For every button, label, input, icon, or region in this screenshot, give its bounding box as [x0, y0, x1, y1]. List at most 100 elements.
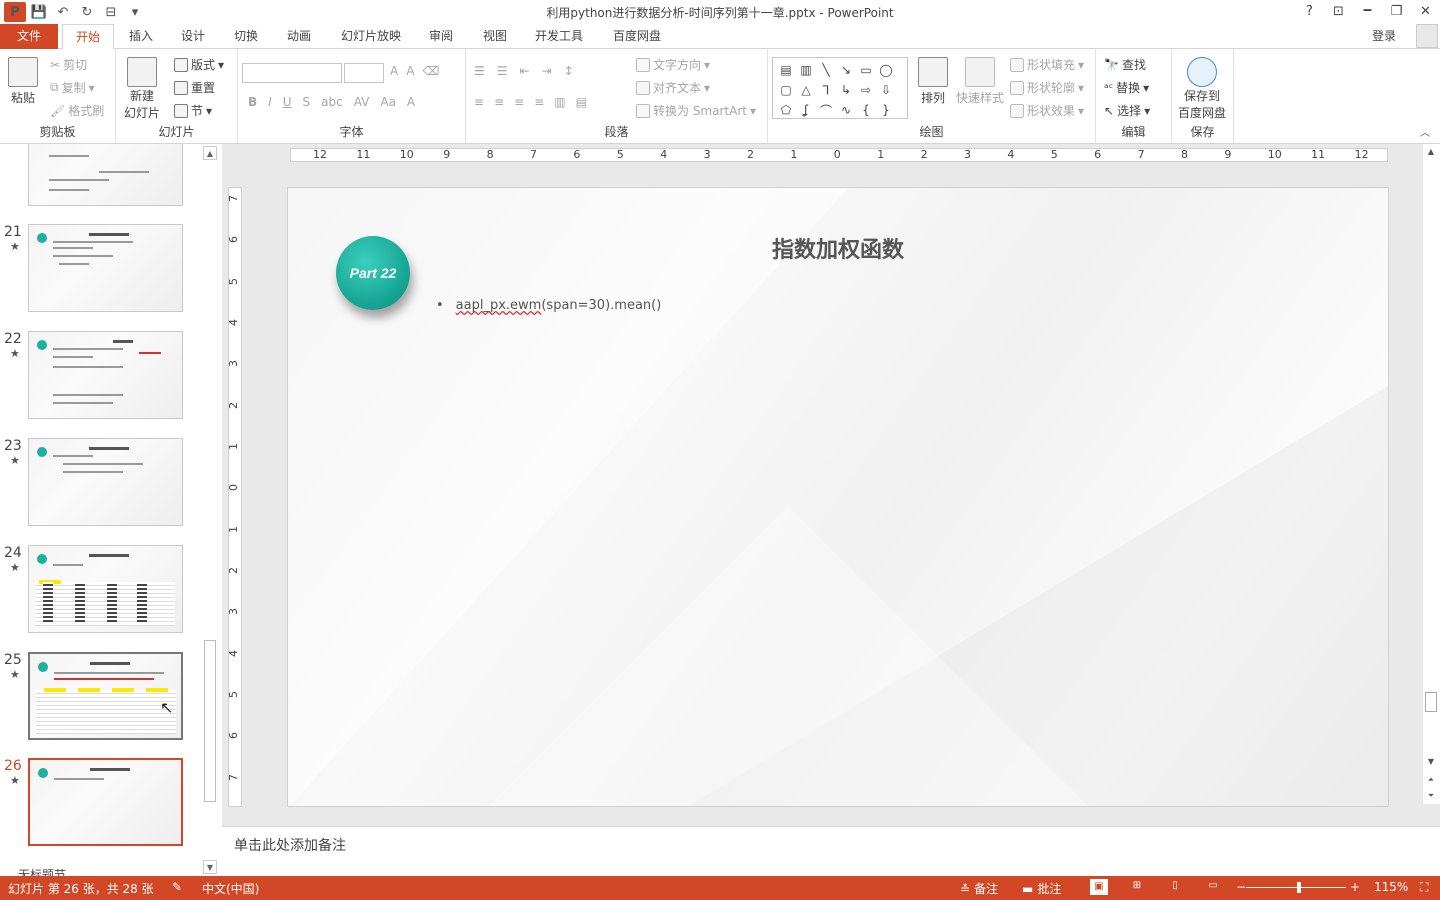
convert-smartart-button[interactable]: 转换为 SmartArt ▾ [636, 102, 756, 119]
reading-view-icon[interactable]: ▯ [1166, 879, 1184, 895]
login-link[interactable]: 登录 [1372, 27, 1396, 44]
bullet-item[interactable]: • aapl_px.ewm(span=30).mean() [436, 298, 661, 313]
zoom-slider-track[interactable] [1246, 887, 1346, 888]
vertical-textbox-icon[interactable]: ▥ [796, 60, 816, 80]
layout-button[interactable]: 版式 ▾ [174, 56, 224, 73]
notes-pane[interactable]: 单击此处添加备注 [222, 826, 1440, 876]
tab-baidu-netdisk[interactable]: 百度网盘 [606, 24, 668, 49]
tab-view[interactable]: 视图 [474, 24, 516, 49]
text-direction-button[interactable]: 文字方向 ▾ [636, 56, 710, 73]
tab-animations[interactable]: 动画 [278, 24, 320, 49]
replace-button[interactable]: ᵃᶜ 替换 ▾ [1104, 79, 1149, 96]
copy-button[interactable]: ⧉ 复制 ▾ [50, 79, 95, 96]
align-text-button[interactable]: 对齐文本 ▾ [636, 79, 710, 96]
shadow-icon[interactable]: S [303, 95, 311, 109]
editor-scrollbar[interactable]: ▲ ▼ ⏶ ⏷ [1423, 144, 1440, 804]
rectangle-icon[interactable]: ▭ [856, 60, 876, 80]
shrink-font-icon[interactable]: A [406, 64, 414, 78]
slide-thumbnail-selected[interactable] [28, 758, 183, 846]
next-slide-icon[interactable]: ⏷ [1425, 790, 1437, 802]
quick-styles-button[interactable]: 快速样式 [956, 57, 1004, 106]
avatar[interactable] [1416, 24, 1438, 48]
tab-design[interactable]: 设计 [172, 24, 214, 49]
spell-check-icon[interactable]: ✎ [172, 880, 182, 894]
increase-indent-icon[interactable]: ⇥ [542, 64, 552, 78]
collapse-ribbon-icon[interactable]: ︿ [1420, 124, 1430, 139]
current-slide[interactable]: Part 22 指数加权函数 • aapl_px.ewm(span=30).me… [287, 187, 1389, 807]
slideshow-view-icon[interactable]: ▭ [1204, 879, 1222, 895]
shapes-gallery[interactable]: ▤ ▥ ╲ ↘ ▭ ◯ ▢ △ ⅂ ↳ ⇨ ⇩ ⬠ ʆ ⌒ ∿{} [772, 57, 908, 119]
align-center-icon[interactable]: ≡ [494, 95, 504, 109]
shape-fill-button[interactable]: 形状填充 ▾ [1010, 56, 1084, 73]
elbow-connector-icon[interactable]: ⅂ [816, 80, 836, 100]
font-color-icon[interactable]: A [407, 95, 415, 109]
curve-icon[interactable]: ʆ [796, 100, 816, 120]
decrease-indent-icon[interactable]: ⇤ [520, 64, 530, 78]
tab-review[interactable]: 审阅 [420, 24, 462, 49]
numbering-icon[interactable]: ☰ [497, 64, 508, 78]
thumbnail-22[interactable]: 22 ★ [0, 331, 204, 421]
shape-outline-button[interactable]: 形状轮廓 ▾ [1010, 79, 1084, 96]
change-case-icon[interactable]: Aa [380, 95, 396, 109]
arc-icon[interactable]: ⌒ [816, 100, 836, 120]
scroll-up-icon[interactable]: ▲ [1425, 146, 1437, 158]
thumbnail-21[interactable]: 21 ★ [0, 224, 204, 314]
fit-to-window-icon[interactable]: ⛶ [1420, 880, 1428, 895]
underline-icon[interactable]: U [283, 95, 292, 109]
slide-thumbnail[interactable] [28, 545, 183, 633]
align-left-icon[interactable]: ≡ [474, 95, 484, 109]
elbow-arrow-icon[interactable]: ↳ [836, 80, 856, 100]
tab-home[interactable]: 开始 [62, 24, 114, 50]
select-button[interactable]: ↖ 选择 ▾ [1104, 102, 1150, 119]
shape-effects-button[interactable]: 形状效果 ▾ [1010, 102, 1084, 119]
left-brace-icon[interactable]: { [856, 100, 876, 120]
oval-icon[interactable]: ◯ [876, 60, 896, 80]
arrow-line-icon[interactable]: ↘ [836, 60, 856, 80]
thumbnail-scrollbar[interactable]: ▲ ▼ [203, 144, 217, 876]
zoom-out-icon[interactable]: − [1236, 880, 1246, 894]
strikethrough-icon[interactable]: abc [321, 95, 343, 109]
wave-icon[interactable]: ∿ [836, 100, 856, 120]
tab-slideshow[interactable]: 幻灯片放映 [334, 24, 408, 49]
slide-thumbnail[interactable] [28, 144, 183, 206]
slide-thumbnail[interactable]: ↖ [28, 652, 183, 740]
freeform-icon[interactable]: ⬠ [776, 100, 796, 120]
align-right-icon[interactable]: ≡ [514, 95, 524, 109]
down-arrow-icon[interactable]: ⇩ [876, 80, 896, 100]
save-to-baidu-button[interactable]: 保存到 百度网盘 [1178, 57, 1226, 121]
textbox-icon[interactable]: ▤ [776, 60, 796, 80]
tab-insert[interactable]: 插入 [120, 24, 162, 49]
zoom-level[interactable]: 115% [1374, 880, 1408, 894]
slide-thumbnail[interactable] [28, 224, 183, 312]
minimize-button[interactable]: 🗕 [1353, 0, 1382, 22]
thumbnail-25[interactable]: 25 ★ ↖ [0, 652, 204, 742]
scroll-down-icon[interactable]: ▼ [1425, 756, 1437, 768]
notes-placeholder[interactable]: 单击此处添加备注 [234, 835, 346, 855]
slide-thumbnail[interactable] [28, 438, 183, 526]
thumbnail-26[interactable]: 26 ★ [0, 758, 204, 850]
slide-thumbnail[interactable] [28, 331, 183, 419]
tab-transitions[interactable]: 切换 [225, 24, 267, 49]
rounded-rect-icon[interactable]: ▢ [776, 80, 796, 100]
char-spacing-icon[interactable]: AV [354, 95, 370, 109]
clear-formatting-icon[interactable]: ⌫ [422, 64, 439, 78]
scroll-down-icon[interactable]: ▼ [203, 860, 217, 874]
close-button[interactable]: ✕ [1411, 0, 1440, 22]
right-arrow-icon[interactable]: ⇨ [856, 80, 876, 100]
language-indicator[interactable]: 中文(中国) [202, 880, 259, 897]
columns-split-icon[interactable]: ▤ [576, 95, 587, 109]
restore-button[interactable]: ❐ [1382, 0, 1411, 22]
italic-icon[interactable]: I [268, 95, 272, 109]
font-name-combo[interactable] [242, 63, 342, 83]
slide-sorter-view-icon[interactable]: ⊞ [1128, 879, 1146, 895]
zoom-in-icon[interactable]: + [1350, 880, 1360, 894]
line-spacing-icon[interactable]: ↕ [564, 64, 574, 78]
comments-toggle-button[interactable]: ▬ 批注 [1022, 880, 1061, 897]
font-size-combo[interactable] [344, 63, 384, 83]
thumbnail-23[interactable]: 23 ★ [0, 438, 204, 528]
reset-button[interactable]: 重置 [174, 79, 215, 96]
bullets-icon[interactable]: ☰ [474, 64, 485, 78]
tab-developer[interactable]: 开发工具 [528, 24, 590, 49]
scrollbar-thumb[interactable] [1425, 692, 1437, 712]
arrange-button[interactable]: 排列 [918, 57, 948, 106]
